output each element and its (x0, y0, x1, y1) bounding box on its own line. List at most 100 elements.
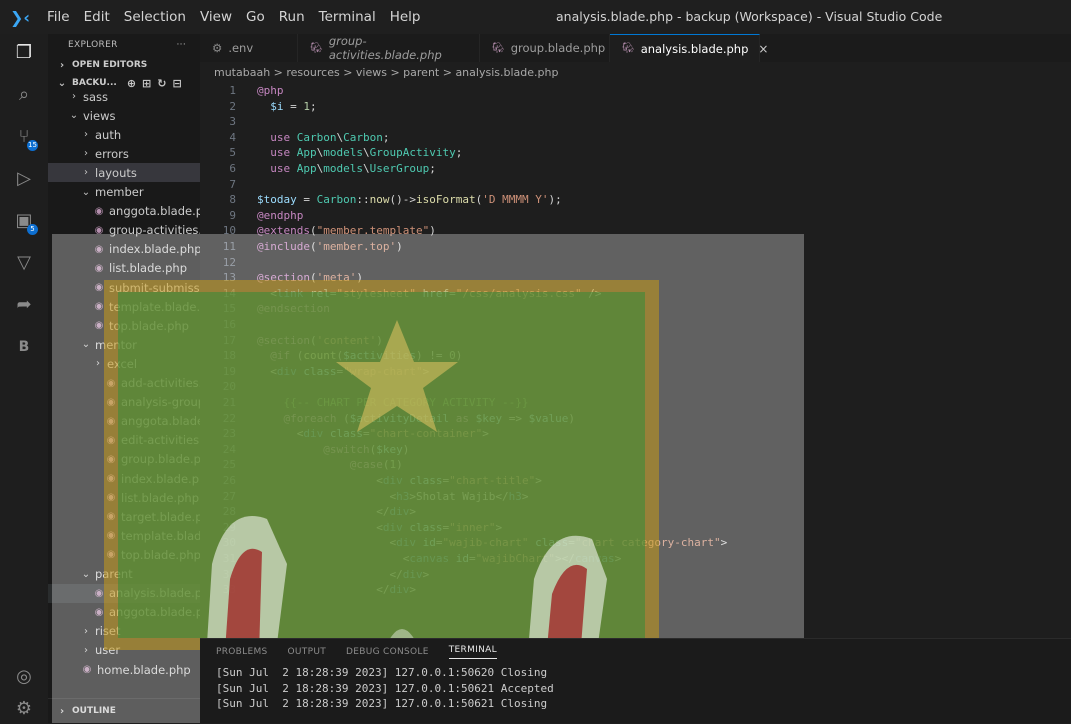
file-item[interactable]: ◉ add-activities.bl... (48, 374, 200, 393)
code-line[interactable]: 18 @if (count($activities) != 0) (200, 348, 1071, 364)
code-token: < (257, 474, 383, 487)
folder-item[interactable]: ⌄ member (48, 183, 200, 202)
file-item[interactable]: ◉ group-activities.... (48, 221, 200, 240)
folder-item[interactable]: › excel (48, 354, 200, 373)
code-line[interactable]: 16 (200, 317, 1071, 333)
menu-file[interactable]: File (40, 9, 77, 25)
folder-item[interactable]: ⌄ views (48, 106, 200, 125)
code-line[interactable]: 25 @case(1) (200, 457, 1071, 473)
code-line[interactable]: 4 use Carbon\Carbon; (200, 130, 1071, 146)
tab-env[interactable]: ⚙ .env (200, 34, 298, 62)
code-token: div (276, 364, 297, 378)
code-line[interactable]: 14 <link rel="stylesheet" href="/css/ana… (200, 286, 1071, 302)
folder-item[interactable]: ⌄ mentor (48, 335, 200, 354)
file-item[interactable]: ◉ template.blade.... (48, 297, 200, 316)
file-item[interactable]: ◉ list.blade.php (48, 259, 200, 278)
code-line[interactable]: 15 @endsection (200, 301, 1071, 317)
menu-run[interactable]: Run (272, 9, 312, 25)
file-item[interactable]: ◉ submit-submissi... (48, 278, 200, 297)
menu-view[interactable]: View (193, 9, 239, 25)
live-share-icon[interactable]: ➦ (0, 290, 48, 320)
code-line[interactable]: 17 @section('content') (200, 333, 1071, 349)
tab-analysis[interactable]: 🐘︎ analysis.blade.php × (610, 34, 768, 62)
code-line[interactable]: 23 <div class="chart-container"> (200, 426, 1071, 442)
code-line[interactable]: 9 @endphp (200, 208, 1071, 224)
code-line[interactable]: 12 (200, 255, 1071, 271)
file-item[interactable]: ◉ group.blade.php (48, 450, 200, 469)
folder-item[interactable]: › errors (48, 144, 200, 163)
code-line[interactable]: 21 {{-- CHART PER CATEGORY ACTIVITY --}} (200, 395, 1071, 411)
gitlab-icon[interactable]: ▽ (0, 248, 48, 278)
code-line[interactable]: 32 </div> (200, 567, 1071, 583)
code-line[interactable]: 19 <div class="wrap-chart"> (200, 364, 1071, 380)
folder-item[interactable]: › layouts (48, 163, 200, 183)
code-line[interactable]: 28 </div> (200, 504, 1071, 520)
run-debug-icon[interactable]: ▷ (0, 164, 48, 194)
code-line[interactable]: 26 <div class="chart-title"> (200, 473, 1071, 489)
tab-group[interactable]: 🐘︎ group.blade.php (480, 34, 610, 62)
open-editors-section[interactable]: › OPEN EDITORS (48, 56, 200, 74)
folder-item[interactable]: ⌄ parent (48, 565, 200, 584)
code-line[interactable]: 11 @include('member.top') (200, 239, 1071, 255)
account-icon[interactable]: ◎ (0, 662, 48, 692)
search-icon[interactable]: ⌕ (0, 80, 48, 110)
breadcrumb[interactable]: mutabaah > resources > views > parent > … (200, 62, 1071, 82)
file-item[interactable]: ◉ anggota.blade.p... (48, 603, 200, 622)
file-item[interactable]: ◉ top.blade.php (48, 545, 200, 564)
settings-gear-icon[interactable]: ⚙ (0, 694, 48, 724)
file-item[interactable]: ◉ index.blade.php (48, 240, 200, 259)
file-item[interactable]: ◉ analysis.blade.p... (48, 583, 200, 603)
file-item[interactable]: ◉ anggota.blade.p... (48, 412, 200, 431)
php-file-icon: ◉ (82, 664, 92, 675)
code-line[interactable]: 3 (200, 114, 1071, 130)
code-line[interactable]: 10 @extends("member.template") (200, 223, 1071, 239)
extension-b-icon[interactable]: B (0, 332, 48, 362)
menu-selection[interactable]: Selection (117, 9, 193, 25)
code-line[interactable]: 31 <canvas id="wajibChart"></canvas> (200, 551, 1071, 567)
menu-help[interactable]: Help (383, 9, 428, 25)
extensions-icon[interactable]: ▣ 5 (0, 206, 48, 236)
code-line[interactable]: 6 use App\models\UserGroup; (200, 161, 1071, 177)
tab-debug-console[interactable]: DEBUG CONSOLE (346, 647, 429, 657)
file-item[interactable]: ◉ edit-activities.bl... (48, 431, 200, 450)
folder-item[interactable]: › user (48, 641, 200, 660)
folder-item[interactable]: › auth (48, 125, 200, 144)
code-line[interactable]: 2 $i = 1; (200, 99, 1071, 115)
code-line[interactable]: 5 use App\models\GroupActivity; (200, 145, 1071, 161)
code-line[interactable]: 29 <div class="inner"> (200, 520, 1071, 536)
file-item[interactable]: ◉ template.blade.... (48, 526, 200, 545)
code-line[interactable]: 20 (200, 379, 1071, 395)
file-item[interactable]: ◉ index.blade.php (48, 469, 200, 488)
code-token: $activities (343, 349, 416, 363)
code-line[interactable]: 1 @php (200, 83, 1071, 99)
menu-go[interactable]: Go (239, 9, 272, 25)
file-item[interactable]: ◉ list.blade.php (48, 488, 200, 507)
folder-item[interactable]: › sass (48, 87, 200, 106)
code-line[interactable]: 8 $today = Carbon::now()->isoFormat('D MM… (200, 192, 1071, 208)
code-line[interactable]: 30 <div id="wajib-chart" class="chart ca… (200, 535, 1071, 551)
code-editor[interactable]: 1 @php 2 $i = 1; 3 4 use Carbon\Carbon; 5 use… (200, 82, 1071, 638)
file-item[interactable]: ◉ home.blade.php (48, 660, 200, 679)
menu-terminal[interactable]: Terminal (312, 9, 383, 25)
explorer-more-button[interactable]: ··· (177, 40, 186, 50)
outline-section[interactable]: › OUTLINE (48, 698, 200, 723)
code-line[interactable]: 13 @section('meta') (200, 270, 1071, 286)
close-icon[interactable]: × (758, 42, 768, 56)
folder-item[interactable]: › riset (48, 622, 200, 641)
file-item[interactable]: ◉ analysis-group.... (48, 393, 200, 412)
code-line[interactable]: 22 @foreach ($activityDetail as $key => … (200, 411, 1071, 427)
code-line[interactable]: 27 <h3>Sholat Wajib</h3> (200, 489, 1071, 505)
file-item[interactable]: ◉ anggota.blade.p... (48, 202, 200, 221)
tab-problems[interactable]: PROBLEMS (216, 647, 268, 657)
code-line[interactable]: 24 @switch($key) (200, 442, 1071, 458)
tab-group-activities[interactable]: 🐘︎ group-activities.blade.php (298, 34, 480, 62)
code-line[interactable]: 7 (200, 177, 1071, 193)
menu-edit[interactable]: Edit (77, 9, 117, 25)
code-line[interactable]: 33 </div> (200, 582, 1071, 598)
tab-terminal[interactable]: TERMINAL (448, 645, 497, 659)
file-item[interactable]: ◉ target.blade.php (48, 507, 200, 526)
tab-output[interactable]: OUTPUT (288, 647, 326, 657)
source-control-icon[interactable]: ⑂ 15 (0, 122, 48, 152)
file-item[interactable]: ◉ top.blade.php (48, 316, 200, 335)
explorer-icon[interactable]: ❐ (0, 38, 48, 68)
